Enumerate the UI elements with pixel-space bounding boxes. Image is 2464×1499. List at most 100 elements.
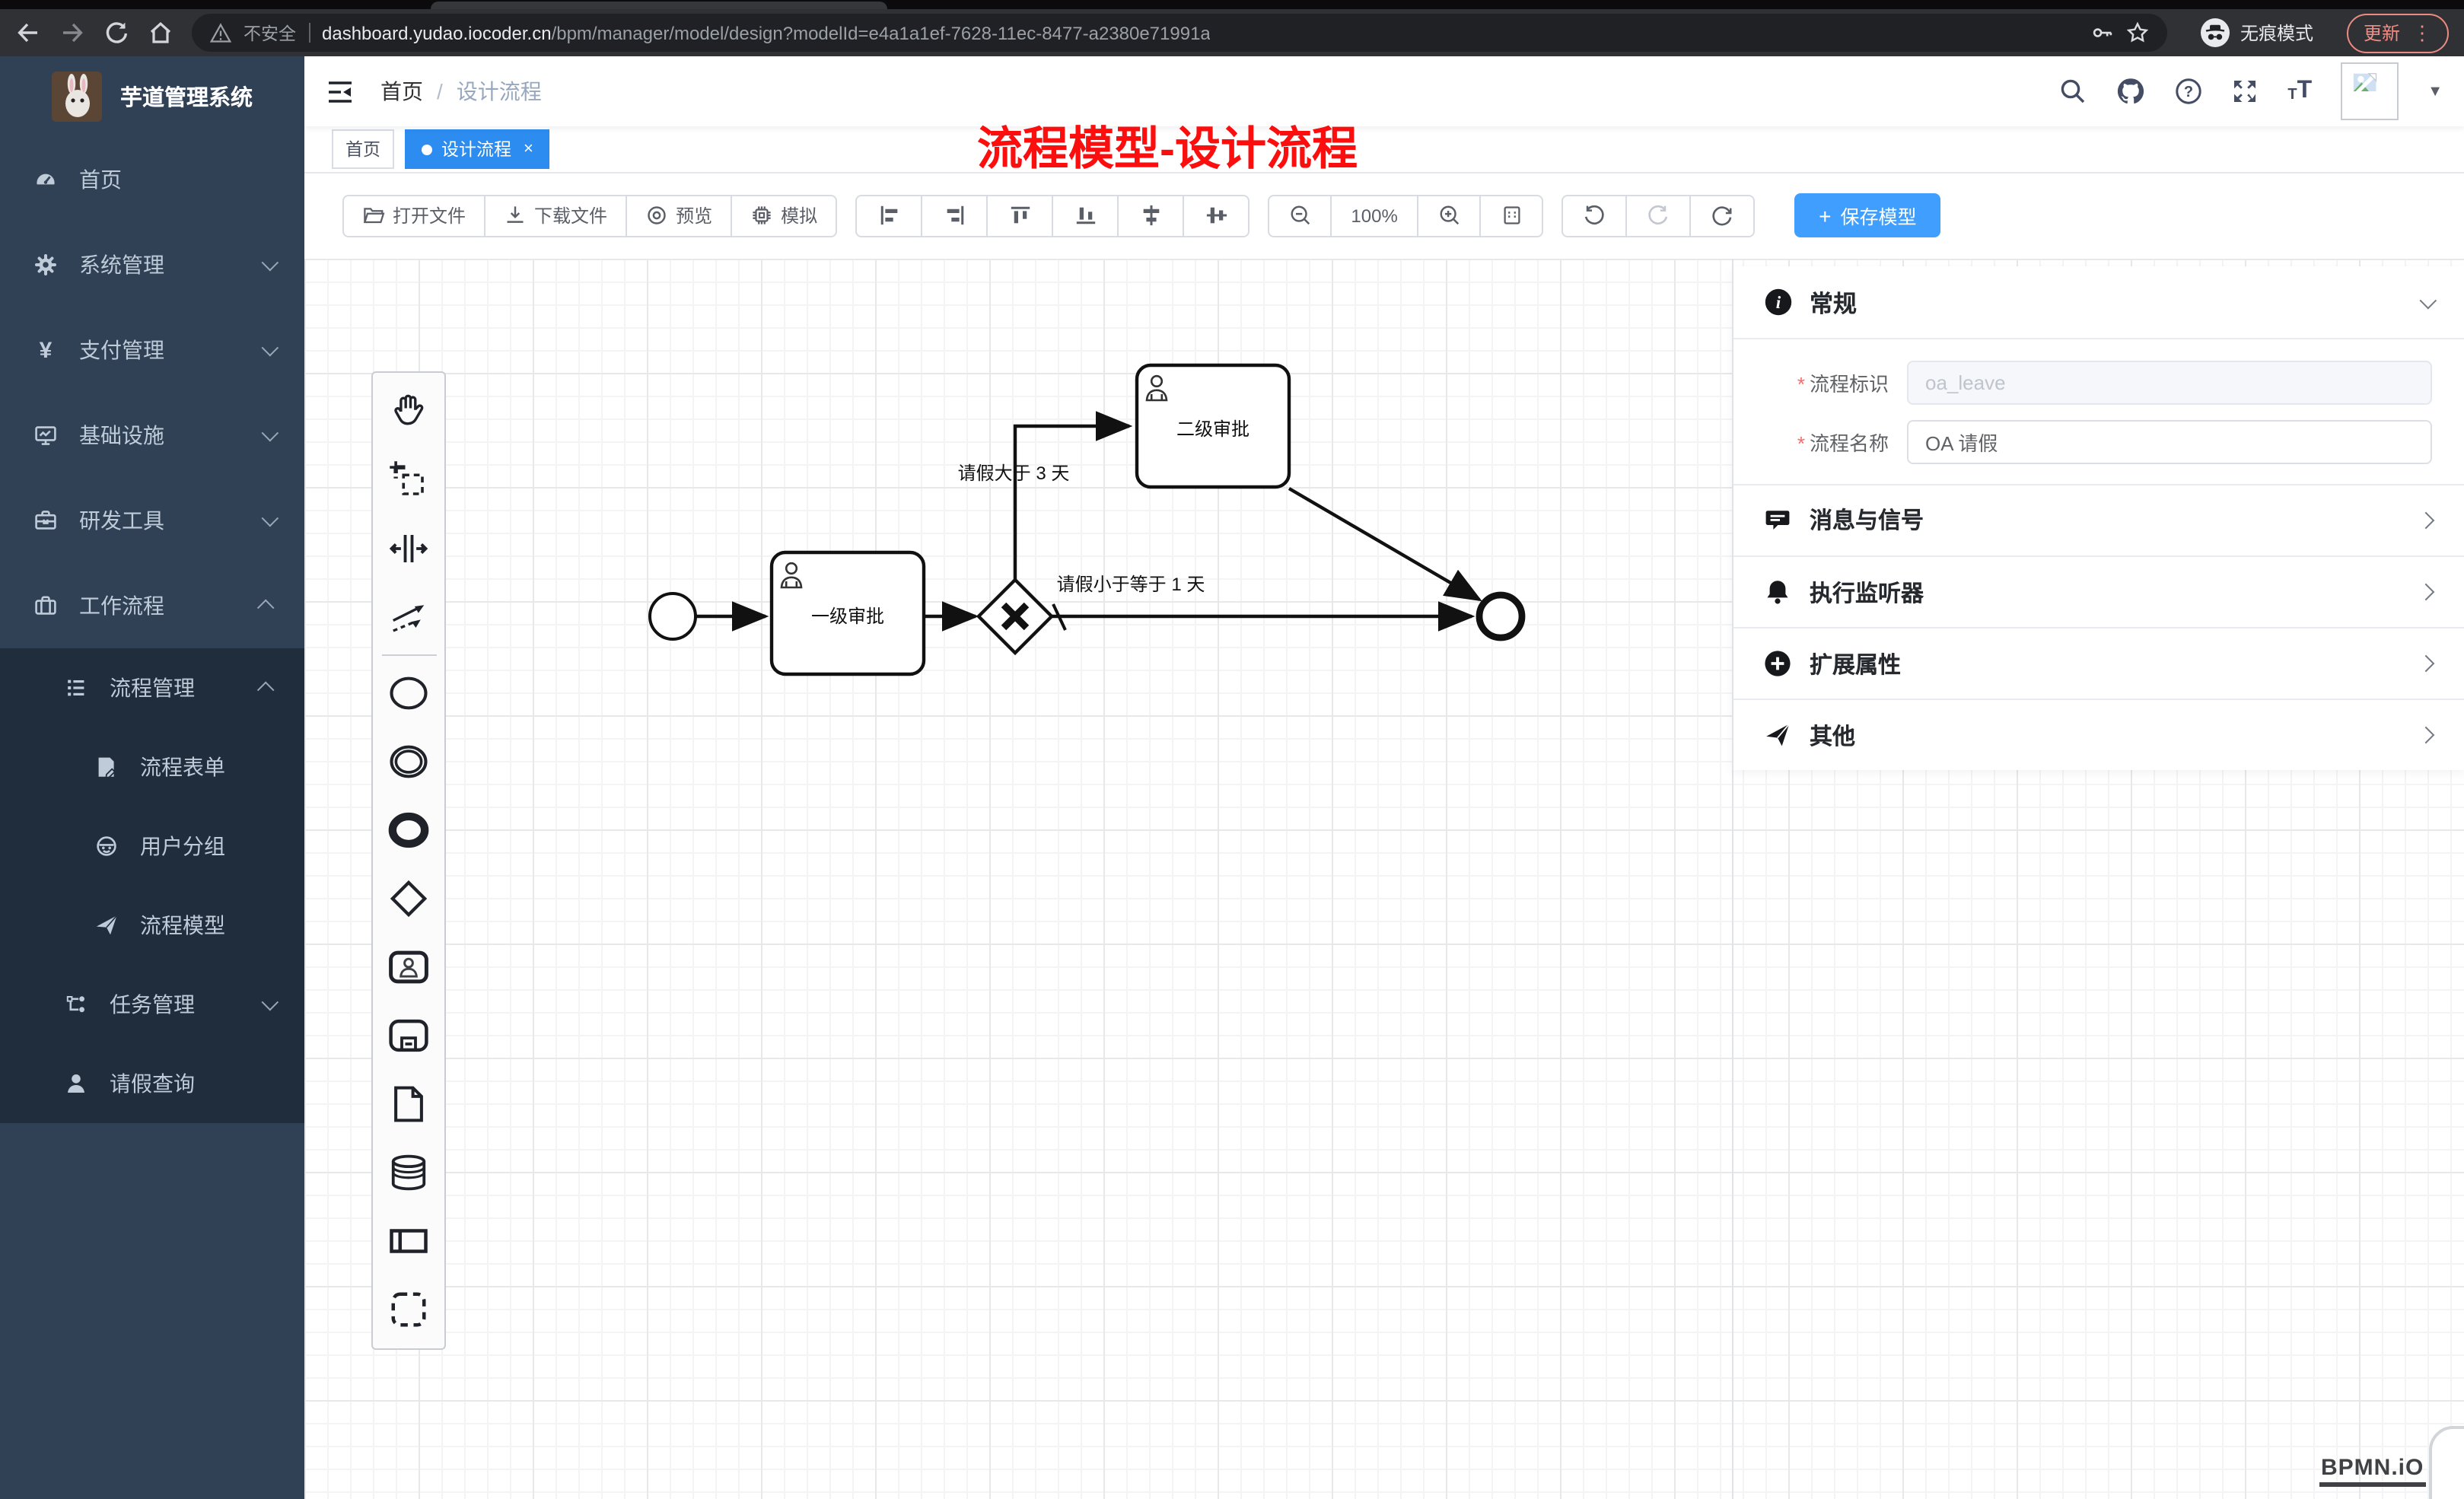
zoom-in-button[interactable] <box>1417 194 1481 237</box>
user-task-icon[interactable] <box>378 933 439 1001</box>
app-logo-row[interactable]: 芋道管理系统 <box>0 56 304 137</box>
address-bar[interactable]: 不安全 dashboard.yudao.iocoder.cn/bpm/manag… <box>192 14 2167 52</box>
undo-icon <box>1583 204 1606 227</box>
help-icon[interactable]: ? <box>2175 78 2202 105</box>
align-left-icon <box>877 204 900 227</box>
hand-tool-icon[interactable] <box>378 377 439 446</box>
sidebar-item-leave-query[interactable]: 请假查询 <box>0 1044 304 1123</box>
zoom-reset-button[interactable] <box>1479 194 1543 237</box>
tab-design-process[interactable]: 设计流程 × <box>405 129 550 169</box>
user-task-level1[interactable]: 一级审批 <box>772 552 924 674</box>
browser-back-icon[interactable] <box>15 20 41 46</box>
section-extended-attrs[interactable]: 扩展属性 <box>1733 629 2464 699</box>
browser-refresh-icon[interactable] <box>103 20 129 46</box>
password-key-icon[interactable] <box>2091 21 2114 44</box>
align-left-button[interactable] <box>855 194 922 237</box>
flow-task2-to-end[interactable] <box>1289 489 1479 600</box>
fullscreen-icon[interactable] <box>2231 78 2259 105</box>
zoom-value: 100% <box>1351 205 1397 226</box>
close-icon[interactable]: × <box>524 140 533 158</box>
intermediate-event-icon[interactable] <box>378 727 439 796</box>
space-tool-icon[interactable] <box>378 514 439 583</box>
breadcrumb: 首页 / 设计流程 <box>380 76 542 107</box>
sidebar-item-system[interactable]: 系统管理 <box>0 222 304 307</box>
zoom-level[interactable]: 100% <box>1330 194 1418 237</box>
section-other[interactable]: 其他 <box>1733 700 2464 770</box>
undo-button[interactable] <box>1561 194 1627 237</box>
gateway-icon[interactable] <box>378 864 439 933</box>
chevron-down-icon <box>262 339 279 357</box>
process-name-input[interactable] <box>1907 420 2432 464</box>
flow-label-gt3[interactable]: 请假大于 3 天 <box>958 463 1070 484</box>
chevron-down-icon[interactable]: ▼ <box>2427 83 2443 100</box>
section-message-signal[interactable]: 消息与信号 <box>1733 485 2464 555</box>
browser-home-icon[interactable] <box>148 20 173 46</box>
end-event-icon[interactable] <box>378 796 439 864</box>
restart-button[interactable] <box>1689 194 1755 237</box>
search-icon[interactable] <box>2059 78 2087 105</box>
section-general[interactable]: i 常规 <box>1733 266 2464 338</box>
participant-pool-icon[interactable] <box>378 1207 439 1275</box>
sidebar-item-label: 系统管理 <box>79 250 262 280</box>
align-top-button[interactable] <box>986 194 1053 237</box>
sidebar-item-user-group[interactable]: 用户分组 <box>0 807 304 886</box>
process-key-input[interactable] <box>1907 361 2432 405</box>
zoom-out-button[interactable] <box>1268 194 1332 237</box>
designer-toolbar: 打开文件 下载文件 预览 模拟 <box>304 172 2464 259</box>
sidebar-item-process-model[interactable]: 流程模型 <box>0 886 304 965</box>
palette-divider <box>381 654 436 656</box>
folder-open-icon <box>362 204 385 227</box>
font-size-icon[interactable]: TT <box>2287 79 2312 103</box>
group-icon[interactable] <box>378 1275 439 1344</box>
sidebar-item-process-mgmt[interactable]: 流程管理 <box>0 648 304 727</box>
align-right-button[interactable] <box>921 194 988 237</box>
flow-gateway-to-task2[interactable] <box>1015 426 1129 581</box>
simulate-button[interactable]: 模拟 <box>731 194 837 237</box>
redo-button[interactable] <box>1625 194 1691 237</box>
sidebar-item-payment[interactable]: ¥ 支付管理 <box>0 307 304 393</box>
align-center-vertical-button[interactable] <box>1117 194 1184 237</box>
tab-home[interactable]: 首页 <box>332 129 394 169</box>
breadcrumb-home[interactable]: 首页 <box>380 76 423 107</box>
data-store-icon[interactable] <box>378 1138 439 1207</box>
avatar[interactable] <box>2341 62 2399 120</box>
sidebar-item-task-mgmt[interactable]: 任务管理 <box>0 965 304 1044</box>
align-bottom-button[interactable] <box>1052 194 1119 237</box>
history-button-group <box>1561 194 1755 237</box>
browser-update-button[interactable]: 更新 ⋮ <box>2347 13 2449 53</box>
download-file-button[interactable]: 下载文件 <box>484 194 627 237</box>
subprocess-icon[interactable] <box>378 1001 439 1070</box>
save-model-button[interactable]: + 保存模型 <box>1794 193 1940 237</box>
start-event[interactable] <box>650 594 696 639</box>
section-execution-listener[interactable]: 执行监听器 <box>1733 557 2464 627</box>
security-label[interactable]: 不安全 <box>244 21 296 45</box>
url-text[interactable]: dashboard.yudao.iocoder.cn/bpm/manager/m… <box>322 22 1211 43</box>
user-task-level2[interactable]: 二级审批 <box>1137 365 1289 487</box>
github-icon[interactable] <box>2115 76 2146 107</box>
exclusive-gateway[interactable] <box>979 580 1052 653</box>
lasso-tool-icon[interactable] <box>378 446 439 514</box>
sidebar-item-dev-tools[interactable]: 研发工具 <box>0 478 304 563</box>
bpmn-io-watermark[interactable]: BPMN.iO <box>2319 1455 2425 1487</box>
sidebar-item-process-form[interactable]: 流程表单 <box>0 727 304 807</box>
bpmn-canvas[interactable]: 请假大于 3 天 请假小于等于 1 天 一级审批 <box>304 259 2464 1499</box>
sidebar-item-home[interactable]: 首页 <box>0 137 304 222</box>
browser-menu-icon[interactable]: ⋮ <box>2412 23 2432 43</box>
align-center-horizontal-button[interactable] <box>1183 194 1250 237</box>
end-event[interactable] <box>1479 595 1522 638</box>
sidebar-item-label: 任务管理 <box>110 989 262 1020</box>
form-document-icon <box>94 755 119 779</box>
sidebar-item-workflow[interactable]: 工作流程 <box>0 563 304 648</box>
preview-button[interactable]: 预览 <box>626 194 732 237</box>
open-file-button[interactable]: 打开文件 <box>342 194 485 237</box>
start-event-icon[interactable] <box>378 659 439 727</box>
flow-label-le1[interactable]: 请假小于等于 1 天 <box>1057 574 1205 595</box>
collapse-sidebar-icon[interactable] <box>327 80 353 103</box>
bookmark-star-icon[interactable] <box>2126 21 2149 44</box>
connection-tool-icon[interactable] <box>378 583 439 651</box>
download-icon <box>504 204 527 227</box>
data-object-icon[interactable] <box>378 1070 439 1138</box>
browser-active-tab[interactable] <box>431 2 887 9</box>
sidebar-item-infra[interactable]: 基础设施 <box>0 393 304 478</box>
browser-forward-icon[interactable] <box>59 20 85 46</box>
